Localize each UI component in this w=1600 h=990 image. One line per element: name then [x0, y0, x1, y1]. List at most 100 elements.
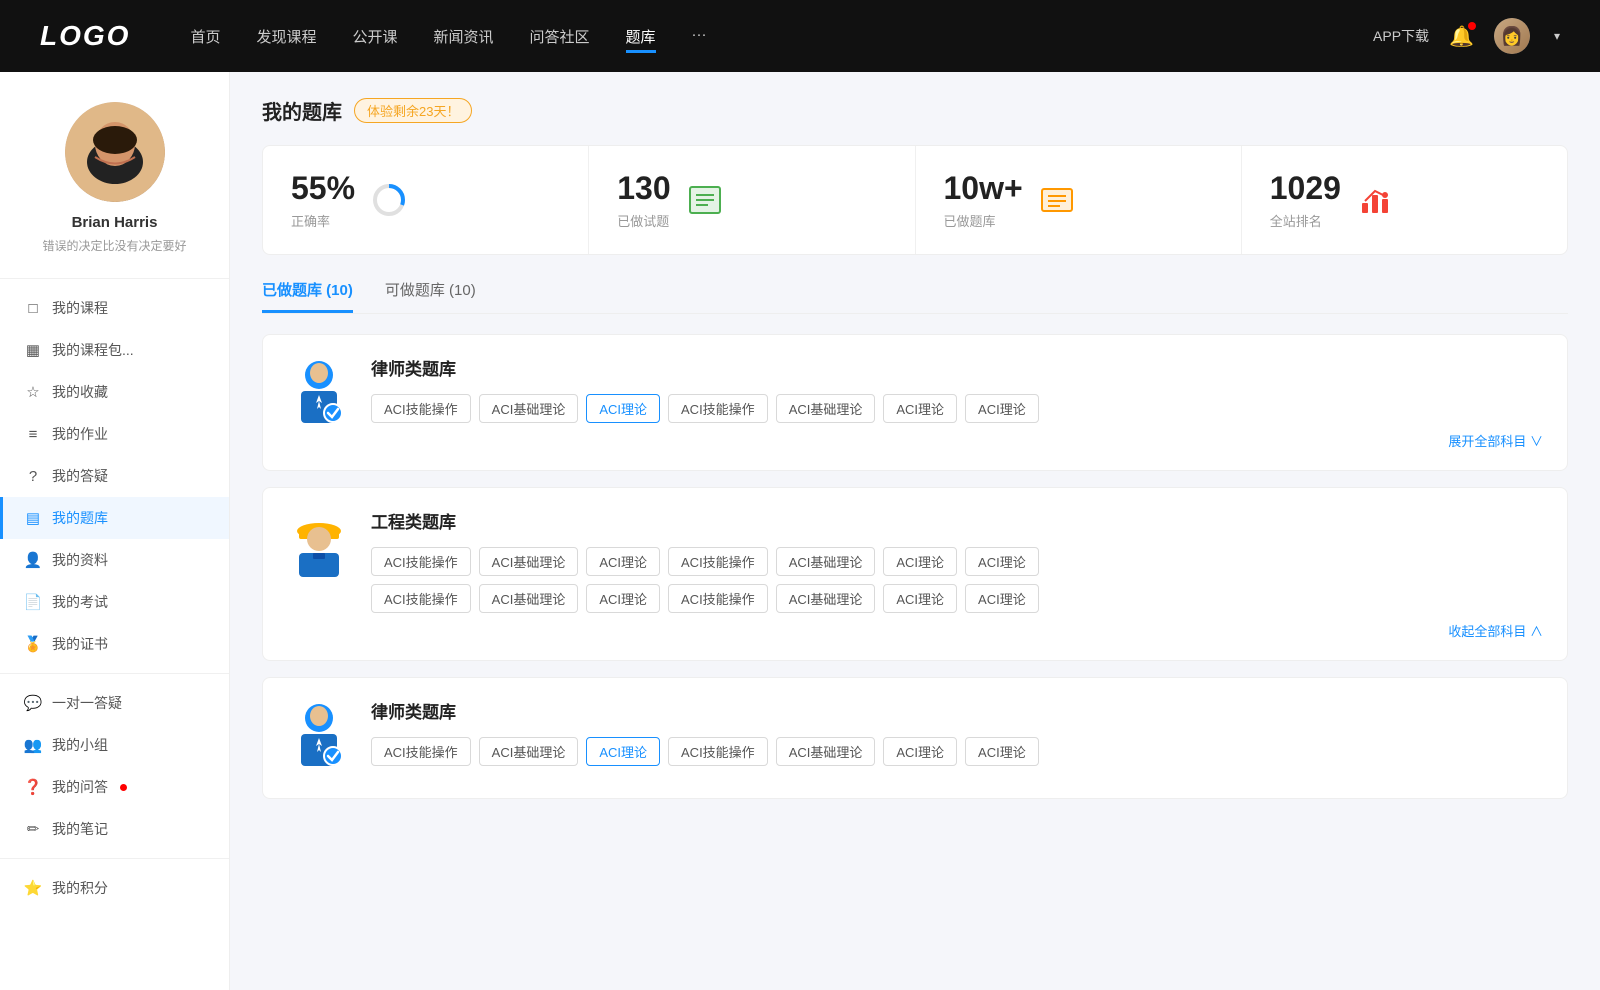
sidebar-item-questionbank[interactable]: ▤ 我的题库	[0, 497, 229, 539]
sidebar-item-course-pack[interactable]: ▦ 我的课程包...	[0, 329, 229, 371]
bank-title-lawyer-1: 律师类题库	[371, 355, 1543, 380]
avatar-illustration	[65, 102, 165, 202]
bank-expand-engineer[interactable]: 收起全部科目 ∧	[371, 621, 1543, 640]
points-icon: ⭐	[24, 879, 42, 897]
bank-tag[interactable]: ACI技能操作	[371, 547, 471, 576]
bank-tag[interactable]: ACI技能操作	[371, 584, 471, 613]
bank-tag[interactable]: ACI基础理论	[479, 547, 579, 576]
nav-item-qa[interactable]: 问答社区	[530, 26, 590, 47]
bank-tag[interactable]: ACI理论	[965, 737, 1039, 766]
tab-done-banks[interactable]: 已做题库 (10)	[262, 279, 353, 313]
sidebar-item-label: 我的考试	[52, 592, 108, 612]
bank-tag[interactable]: ACI基础理论	[479, 737, 579, 766]
bank-expand-lawyer-1[interactable]: 展开全部科目 ∨	[371, 431, 1543, 450]
done-banks-icon	[1039, 182, 1075, 218]
logo[interactable]: LOGO	[40, 20, 130, 52]
bank-tag[interactable]: ACI技能操作	[371, 737, 471, 766]
bank-tag[interactable]: ACI理论	[965, 394, 1039, 423]
bank-body-lawyer-1: 律师类题库 ACI技能操作 ACI基础理论 ACI理论 ACI技能操作 ACI基…	[371, 355, 1543, 450]
sidebar-item-qa[interactable]: ? 我的答疑	[0, 455, 229, 497]
stat-rank: 1029 全站排名	[1242, 146, 1567, 254]
sidebar-item-label: 我的答疑	[52, 466, 108, 486]
nav-item-discover[interactable]: 发现课程	[256, 26, 316, 47]
bank-tag-highlighted[interactable]: ACI理论	[586, 737, 660, 766]
stat-accuracy: 55% 正确率	[263, 146, 589, 254]
bank-tag[interactable]: ACI理论	[883, 584, 957, 613]
homework-icon: ≡	[24, 425, 42, 443]
stat-done-banks-content: 10w+ 已做题库	[944, 170, 1023, 230]
sidebar-item-favorites[interactable]: ☆ 我的收藏	[0, 371, 229, 413]
app-download-link[interactable]: APP下载	[1373, 26, 1429, 46]
stat-done-questions: 130 已做试题	[589, 146, 915, 254]
sidebar-item-label: 我的积分	[52, 878, 108, 898]
bank-tag-highlighted[interactable]: ACI理论	[586, 394, 660, 423]
bank-body-engineer: 工程类题库 ACI技能操作 ACI基础理论 ACI理论 ACI技能操作 ACI基…	[371, 508, 1543, 640]
bank-tag[interactable]: ACI理论	[883, 394, 957, 423]
nav-item-open[interactable]: 公开课	[352, 26, 397, 47]
main-layout: Brian Harris 错误的决定比没有决定要好 □ 我的课程 ▦ 我的课程包…	[0, 72, 1600, 990]
lawyer-svg-1	[291, 359, 347, 431]
bank-tag[interactable]: ACI理论	[883, 547, 957, 576]
notification-bell[interactable]: 🔔	[1449, 24, 1474, 49]
bank-tag[interactable]: ACI基础理论	[479, 394, 579, 423]
bank-tag[interactable]: ACI技能操作	[668, 394, 768, 423]
bank-tag[interactable]: ACI技能操作	[668, 547, 768, 576]
sidebar-item-label: 我的题库	[52, 508, 108, 528]
stat-done-questions-content: 130 已做试题	[617, 170, 670, 230]
bank-tag[interactable]: ACI理论	[965, 584, 1039, 613]
nav-item-news[interactable]: 新闻资讯	[434, 26, 494, 47]
bank-tag[interactable]: ACI基础理论	[776, 584, 876, 613]
course-icon: □	[24, 299, 42, 317]
bank-card-engineer: 工程类题库 ACI技能操作 ACI基础理论 ACI理论 ACI技能操作 ACI基…	[262, 487, 1568, 661]
bank-tag[interactable]: ACI基础理论	[776, 737, 876, 766]
sidebar-item-label: 我的课程包...	[52, 340, 134, 360]
notes-icon: ✏	[24, 820, 42, 838]
sidebar-item-points[interactable]: ⭐ 我的积分	[0, 867, 229, 909]
qa-icon: ?	[24, 467, 42, 485]
main-content: 我的题库 体验剩余23天！ 55% 正确率 130	[230, 72, 1600, 990]
bank-tag[interactable]: ACI技能操作	[668, 737, 768, 766]
sidebar-item-label: 我的资料	[52, 550, 108, 570]
bank-tag[interactable]: ACI理论	[883, 737, 957, 766]
bank-tag[interactable]: ACI理论	[586, 584, 660, 613]
lawyer-svg-2	[291, 702, 347, 774]
bank-tag[interactable]: ACI技能操作	[668, 584, 768, 613]
bank-tag[interactable]: ACI基础理论	[776, 394, 876, 423]
star-icon: ☆	[24, 383, 42, 401]
sidebar-item-label: 我的证书	[52, 634, 108, 654]
nav-item-home[interactable]: 首页	[190, 26, 220, 47]
sidebar-item-course[interactable]: □ 我的课程	[0, 287, 229, 329]
user-menu-chevron[interactable]: ▾	[1554, 29, 1560, 43]
sidebar-item-exam[interactable]: 📄 我的考试	[0, 581, 229, 623]
sidebar-item-group[interactable]: 👥 我的小组	[0, 724, 229, 766]
user-avatar[interactable]: 👩	[1494, 18, 1530, 54]
user-profile: Brian Harris 错误的决定比没有决定要好	[0, 72, 229, 270]
bank-tag[interactable]: ACI基础理论	[479, 584, 579, 613]
nav-item-more[interactable]: ···	[692, 26, 707, 47]
stat-done-questions-label: 已做试题	[617, 211, 670, 230]
bank-title-engineer: 工程类题库	[371, 508, 1543, 533]
questions-icon: ❓	[24, 778, 42, 796]
bank-tag[interactable]: ACI理论	[586, 547, 660, 576]
stats-row: 55% 正确率 130 已做试题	[262, 145, 1568, 255]
nav-item-quiz[interactable]: 题库	[626, 26, 656, 47]
user-name: Brian Harris	[72, 214, 158, 231]
nav-menu: 首页 发现课程 公开课 新闻资讯 问答社区 题库 ···	[190, 26, 1373, 47]
bank-tag[interactable]: ACI基础理论	[776, 547, 876, 576]
accuracy-chart-icon	[371, 182, 407, 218]
tab-available-banks[interactable]: 可做题库 (10)	[385, 279, 476, 313]
sidebar-item-notes[interactable]: ✏ 我的笔记	[0, 808, 229, 850]
sidebar-item-certificate[interactable]: 🏅 我的证书	[0, 623, 229, 665]
stat-done-banks-value: 10w+	[944, 170, 1023, 207]
question-bank-tabs: 已做题库 (10) 可做题库 (10)	[262, 279, 1568, 314]
sidebar-item-homework[interactable]: ≡ 我的作业	[0, 413, 229, 455]
stat-accuracy-label: 正确率	[291, 211, 355, 230]
sidebar-item-1on1[interactable]: 💬 一对一答疑	[0, 682, 229, 724]
bank-tag[interactable]: ACI技能操作	[371, 394, 471, 423]
sidebar-item-profile[interactable]: 👤 我的资料	[0, 539, 229, 581]
stat-rank-value: 1029	[1270, 170, 1341, 207]
stat-accuracy-value: 55%	[291, 170, 355, 207]
bank-tag[interactable]: ACI理论	[965, 547, 1039, 576]
bank-icon-engineer	[287, 508, 351, 588]
sidebar-item-questions[interactable]: ❓ 我的问答	[0, 766, 229, 808]
